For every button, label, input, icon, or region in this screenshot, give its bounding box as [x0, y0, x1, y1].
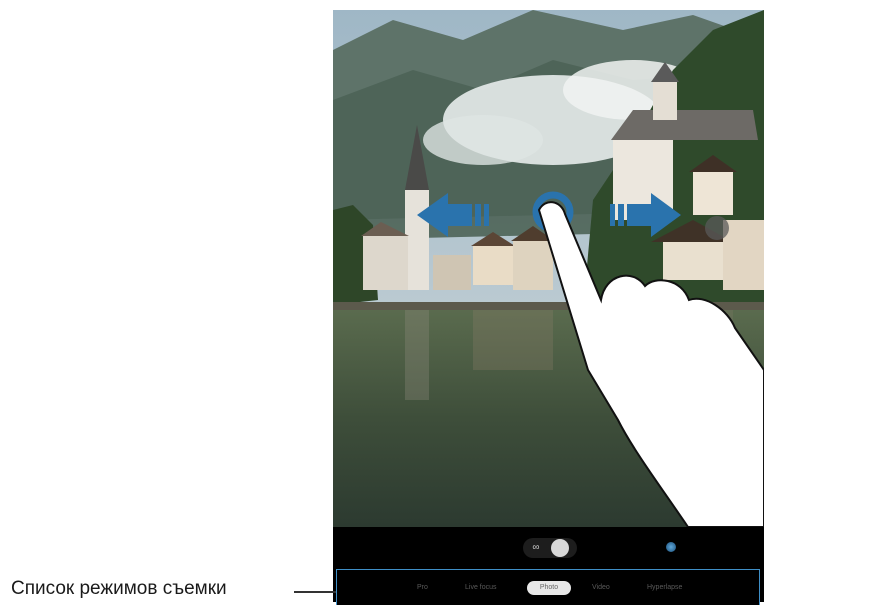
phone-screen: ∞	[333, 10, 764, 602]
callout-label: Список режимов съемки	[11, 578, 227, 599]
mode-photo[interactable]: Photo	[527, 581, 571, 595]
camera-viewfinder[interactable]	[333, 10, 764, 527]
shooting-modes-list: Pro Live focus Photo Video Hyperlapse	[336, 569, 760, 605]
mode-pro[interactable]: Pro	[417, 584, 428, 591]
switch-camera-icon[interactable]	[705, 216, 729, 240]
mode-video[interactable]: Video	[592, 584, 610, 591]
beauty-icon[interactable]	[551, 539, 569, 557]
scene-image	[333, 10, 764, 527]
gallery-thumbnail-icon[interactable]	[666, 542, 676, 552]
effects-toggle[interactable]: ∞	[523, 538, 577, 558]
mode-hyperlapse[interactable]: Hyperlapse	[647, 584, 682, 591]
filter-effects-icon[interactable]: ∞	[529, 541, 543, 555]
callout-line	[294, 591, 336, 593]
mode-live-focus[interactable]: Live focus	[465, 584, 497, 591]
camera-controls-bar: ∞	[333, 527, 764, 567]
